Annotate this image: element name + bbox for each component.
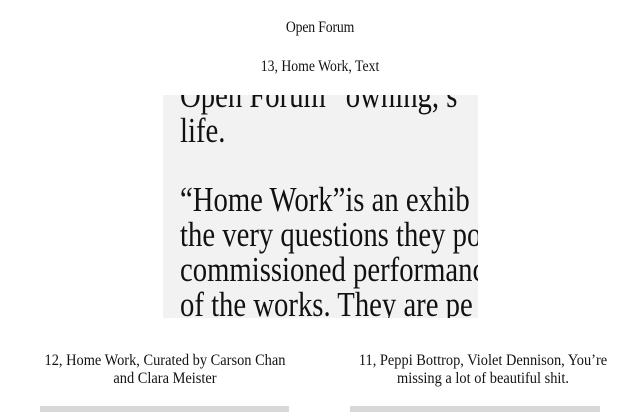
text-preview-image[interactable]: Open Forum “owning, s life. “Home Work”i…	[163, 95, 478, 318]
related-post-link-12[interactable]: 12, Home Work, Curated by Carson Chan an…	[35, 352, 296, 388]
related-post-thumbnail-12[interactable]	[40, 406, 289, 412]
preview-text-block: Open Forum “owning, s life. “Home Work”i…	[180, 95, 478, 318]
preview-line: “Home Work”is an exhib	[180, 180, 470, 219]
post-title: 13, Home Work, Text	[260, 58, 380, 75]
preview-line: life.	[180, 111, 226, 150]
site-title[interactable]: Open Forum	[45, 18, 595, 38]
preview-line: commissioned performanc	[180, 250, 478, 289]
related-post-thumbnail-11[interactable]	[350, 406, 600, 412]
preview-line-gap	[180, 148, 478, 182]
related-post-link-11[interactable]: 11, Peppi Bottrop, Violet Dennison, You’…	[344, 352, 623, 388]
preview-line: the very questions they po	[180, 215, 478, 254]
preview-line: of the works. They are pe	[180, 285, 473, 318]
